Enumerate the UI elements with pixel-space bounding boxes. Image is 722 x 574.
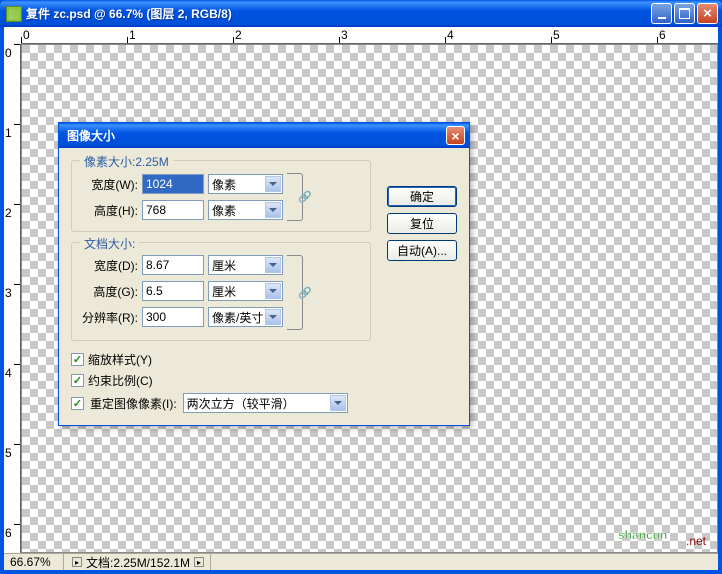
- ok-label: 确定: [410, 188, 434, 205]
- px-height-unit: 像素: [212, 202, 236, 219]
- image-size-dialog: 图像大小 × 确定 复位 自动(A)... 像素大小:2.25M 宽度(W):: [58, 122, 470, 426]
- window-title: 复件 zc.psd @ 66.7% (图层 2, RGB/8): [26, 5, 651, 22]
- resample-label[interactable]: 重定图像像素(I):: [90, 395, 177, 412]
- scale-styles-label[interactable]: 缩放样式(Y): [88, 351, 152, 368]
- statusbar: 66.67% ▸ 文档:2.25M/152.1M ▸: [4, 553, 718, 570]
- chevron-right-icon[interactable]: ▸: [194, 557, 204, 567]
- reset-button[interactable]: 复位: [387, 213, 457, 234]
- link-icon: 🔗: [298, 286, 312, 299]
- resolution-unit-select[interactable]: 像素/英寸: [208, 307, 283, 327]
- app-icon: [6, 6, 22, 22]
- dialog-side-buttons: 确定 复位 自动(A)...: [387, 186, 457, 261]
- doc-width-unit: 厘米: [212, 257, 236, 274]
- minimize-button[interactable]: [651, 3, 672, 24]
- zoom-level[interactable]: 66.67%: [4, 554, 64, 570]
- zoom-text: 66.67%: [10, 555, 51, 569]
- chevron-down-icon: [265, 202, 281, 218]
- window-controls: [651, 3, 718, 24]
- dialog-titlebar[interactable]: 图像大小 ×: [59, 123, 469, 148]
- dialog-close-button[interactable]: ×: [446, 126, 465, 145]
- chevron-down-icon: [265, 309, 281, 325]
- doc-height-unit-select[interactable]: 厘米: [208, 281, 283, 301]
- ok-button[interactable]: 确定: [387, 186, 457, 207]
- dialog-body: 确定 复位 自动(A)... 像素大小:2.25M 宽度(W): 像素: [59, 148, 469, 425]
- resample-method-text: 两次立方（较平滑）: [187, 395, 295, 412]
- close-button[interactable]: [697, 3, 718, 24]
- maximize-button[interactable]: [674, 3, 695, 24]
- ruler-vertical[interactable]: 0123456: [4, 44, 21, 553]
- doc-width-unit-select[interactable]: 厘米: [208, 255, 283, 275]
- chevron-down-icon: [265, 176, 281, 192]
- titlebar[interactable]: 复件 zc.psd @ 66.7% (图层 2, RGB/8): [0, 0, 722, 27]
- resample-checkbox[interactable]: ✓: [71, 397, 84, 410]
- resolution-unit: 像素/英寸: [212, 309, 263, 326]
- link-icon: 🔗: [298, 191, 312, 204]
- scale-styles-checkbox[interactable]: ✓: [71, 353, 84, 366]
- chevron-down-icon: [265, 283, 281, 299]
- doc-height-input[interactable]: [142, 281, 204, 301]
- chevron-right-icon[interactable]: ▸: [72, 557, 82, 567]
- resolution-input[interactable]: [142, 307, 204, 327]
- px-height-input[interactable]: [142, 200, 204, 220]
- px-height-label: 高度(H):: [80, 202, 138, 219]
- pixel-dimensions-fieldset: 像素大小:2.25M 宽度(W): 像素 高度(H): 像素: [71, 160, 371, 232]
- chevron-down-icon: [265, 257, 281, 273]
- doc-size[interactable]: ▸ 文档:2.25M/152.1M ▸: [64, 554, 211, 570]
- px-width-unit-select[interactable]: 像素: [208, 174, 283, 194]
- document-size-fieldset: 文档大小: 宽度(D): 厘米 高度(G): 厘米: [71, 242, 371, 341]
- doc-width-label: 宽度(D):: [80, 257, 138, 274]
- constrain-label[interactable]: 约束比例(C): [88, 372, 153, 389]
- constrain-checkbox[interactable]: ✓: [71, 374, 84, 387]
- auto-button[interactable]: 自动(A)...: [387, 240, 457, 261]
- workspace: 0123456 0123456 66.67% ▸ 文档:2.25M/152.1M…: [4, 27, 718, 570]
- doc-height-label: 高度(G):: [80, 283, 138, 300]
- doc-height-unit: 厘米: [212, 283, 236, 300]
- auto-label: 自动(A)...: [397, 242, 447, 259]
- resample-row: ✓ 重定图像像素(I): 两次立方（较平滑）: [71, 393, 457, 413]
- main-window: 复件 zc.psd @ 66.7% (图层 2, RGB/8) 0123456 …: [0, 0, 722, 574]
- pixel-dim-legend: 像素大小:2.25M: [80, 153, 173, 170]
- resample-method-select[interactable]: 两次立方（较平滑）: [183, 393, 348, 413]
- px-width-input[interactable]: [142, 174, 204, 194]
- px-height-unit-select[interactable]: 像素: [208, 200, 283, 220]
- doc-size-text: 文档:2.25M/152.1M: [86, 554, 190, 571]
- scale-styles-row: ✓ 缩放样式(Y): [71, 351, 457, 368]
- ruler-horizontal[interactable]: 0123456: [21, 27, 718, 44]
- px-width-unit: 像素: [212, 176, 236, 193]
- doc-dim-legend: 文档大小:: [80, 235, 139, 252]
- chevron-down-icon: [330, 395, 346, 411]
- px-width-label: 宽度(W):: [80, 176, 138, 193]
- doc-width-input[interactable]: [142, 255, 204, 275]
- resolution-label: 分辨率(R):: [80, 309, 138, 326]
- link-bracket: 🔗: [287, 173, 303, 221]
- link-bracket: 🔗: [287, 255, 303, 330]
- constrain-row: ✓ 约束比例(C): [71, 372, 457, 389]
- reset-label: 复位: [410, 215, 434, 232]
- dialog-title-text: 图像大小: [63, 127, 446, 144]
